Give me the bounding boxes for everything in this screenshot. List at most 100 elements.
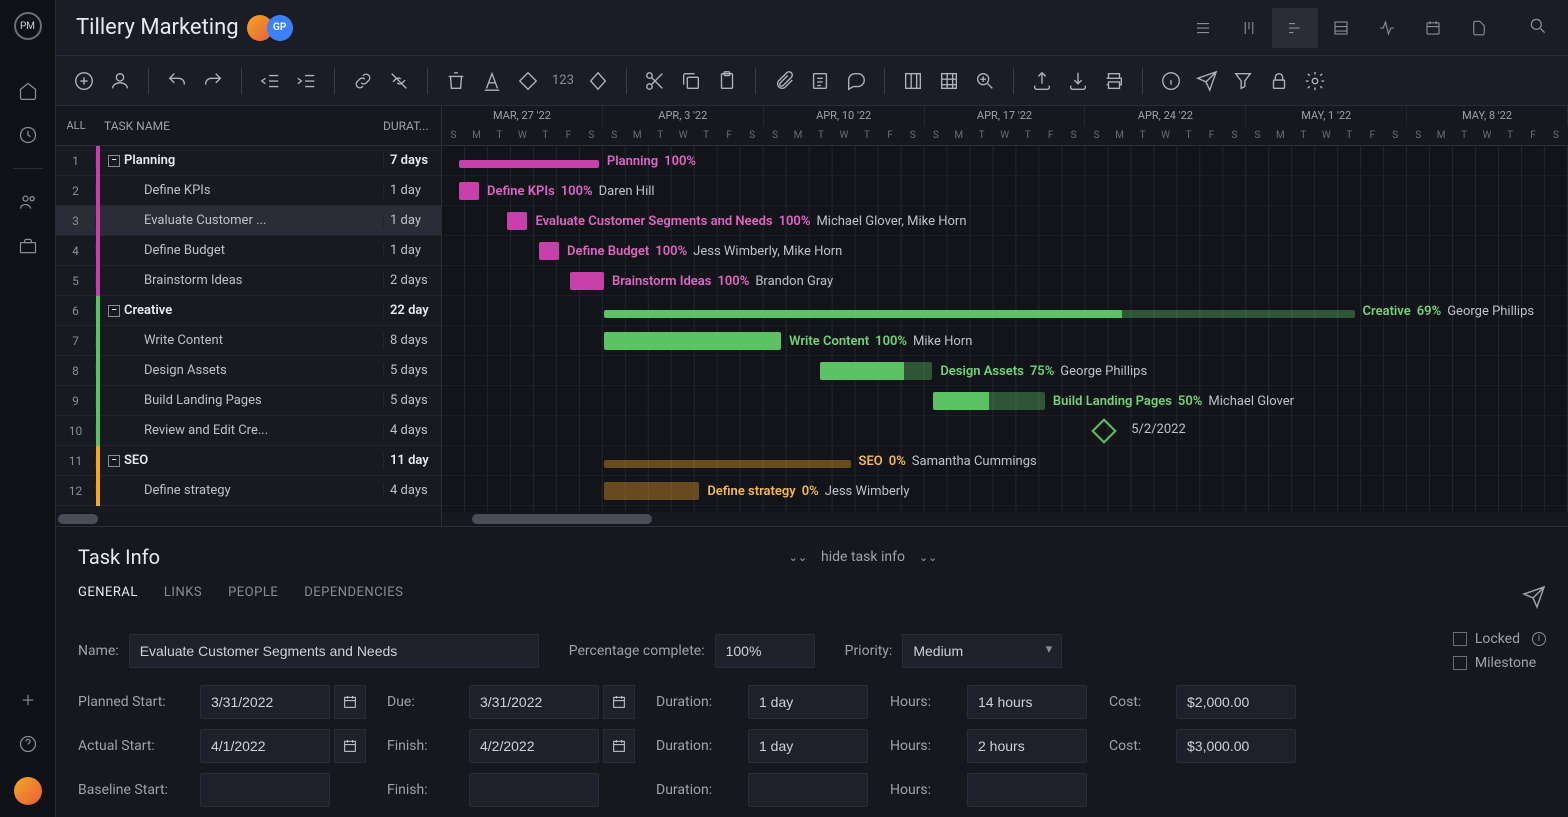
duration3-input[interactable] [748,773,868,807]
tag-icon[interactable] [516,69,540,93]
tab-links[interactable]: LINKS [164,585,202,613]
locked-checkbox[interactable] [1453,632,1467,646]
timeline-hscroll[interactable] [442,512,1568,526]
info-small-icon[interactable]: i [1532,632,1546,646]
comment-icon[interactable] [844,69,868,93]
task-row[interactable]: 1−Planning7 days [56,146,441,176]
redo-icon[interactable] [201,69,225,93]
attachment-icon[interactable] [772,69,796,93]
gantt-bar[interactable]: Define Budget100%Jess Wimberly, Mike Hor… [539,242,843,260]
gantt-bar[interactable]: Define KPIs100%Daren Hill [459,182,655,200]
export-icon[interactable] [1030,69,1054,93]
gantt-bar[interactable]: Creative69%George Phillips [604,302,1534,320]
calendar-icon[interactable] [603,729,635,763]
clock-icon[interactable] [17,124,39,146]
task-row[interactable]: 12Define strategy4 days [56,476,441,506]
info-icon[interactable] [1159,69,1183,93]
hide-task-info[interactable]: ⌄⌄ hide task info ⌄⌄ [789,549,938,565]
briefcase-icon[interactable] [17,235,39,257]
gantt-bar[interactable]: Write Content100%Mike Horn [604,332,972,350]
import-icon[interactable] [1066,69,1090,93]
view-gantt-icon[interactable] [1272,8,1318,48]
filter-icon[interactable] [1231,69,1255,93]
people-icon[interactable] [17,191,39,213]
gantt-bar[interactable]: Design Assets75%George Phillips [820,362,1147,380]
view-board-icon[interactable] [1226,8,1272,48]
task-row[interactable]: 9Build Landing Pages5 days [56,386,441,416]
assign-icon[interactable] [108,69,132,93]
cost1-input[interactable] [1176,685,1296,719]
task-row[interactable]: 7Write Content8 days [56,326,441,356]
due-input[interactable] [469,685,599,719]
text-format-icon[interactable] [480,69,504,93]
zoom-icon[interactable] [973,69,997,93]
gantt-bar[interactable]: Build Landing Pages50%Michael Glover [933,392,1294,410]
task-row[interactable]: 6−Creative22 day [56,296,441,326]
name-input[interactable] [129,634,539,668]
col-duration[interactable]: DURAT... [383,119,441,133]
collapse-icon[interactable]: − [108,155,120,167]
baseline-finish-input[interactable] [469,773,599,807]
tab-people[interactable]: PEOPLE [228,585,278,613]
user-avatar[interactable] [14,777,42,805]
cost2-input[interactable] [1176,729,1296,763]
duration2-input[interactable] [748,729,868,763]
home-icon[interactable] [17,80,39,102]
calendar-icon[interactable] [334,685,366,719]
actual-start-input[interactable] [200,729,330,763]
add-circle-icon[interactable] [72,69,96,93]
tab-dependencies[interactable]: DEPENDENCIES [304,585,403,613]
task-row[interactable]: 11−SEO11 day [56,446,441,476]
unlink-icon[interactable] [387,69,411,93]
columns-icon[interactable] [901,69,925,93]
gantt-bar[interactable]: SEO0%Samantha Cummings [604,452,1037,470]
view-sheet-icon[interactable] [1318,8,1364,48]
planned-start-input[interactable] [200,685,330,719]
col-all[interactable]: ALL [56,119,96,132]
duration1-input[interactable] [748,685,868,719]
col-name[interactable]: TASK NAME [96,119,383,133]
diamond-icon[interactable] [586,69,610,93]
copy-icon[interactable] [679,69,703,93]
task-row[interactable]: 8Design Assets5 days [56,356,441,386]
task-row[interactable]: 2Define KPIs1 day [56,176,441,206]
hours3-input[interactable] [967,773,1087,807]
help-icon[interactable] [17,733,39,755]
hours2-input[interactable] [967,729,1087,763]
hours1-input[interactable] [967,685,1087,719]
member-avatars[interactable]: GP [253,15,293,41]
outdent-icon[interactable] [258,69,282,93]
view-list-icon[interactable] [1180,8,1226,48]
milestone-checkbox[interactable] [1453,656,1467,670]
baseline-start-input[interactable] [200,773,330,807]
cut-icon[interactable] [643,69,667,93]
pct-input[interactable] [715,634,815,668]
indent-icon[interactable] [294,69,318,93]
view-file-icon[interactable] [1456,8,1502,48]
task-row[interactable]: 10Review and Edit Cre...4 days [56,416,441,446]
link-icon[interactable] [351,69,375,93]
grid-hscroll[interactable] [56,512,441,526]
gantt-bar[interactable]: Evaluate Customer Segments and Needs100%… [507,212,966,230]
calendar-icon[interactable] [334,729,366,763]
task-row[interactable]: 4Define Budget1 day [56,236,441,266]
view-activity-icon[interactable] [1364,8,1410,48]
lock-icon[interactable] [1267,69,1291,93]
app-logo[interactable]: PM [14,12,42,40]
undo-icon[interactable] [165,69,189,93]
calendar-icon[interactable] [603,685,635,719]
send-icon[interactable] [1195,69,1219,93]
collapse-icon[interactable]: − [108,455,120,467]
milestone-diamond[interactable] [1091,418,1116,443]
plus-icon[interactable] [17,689,39,711]
tab-general[interactable]: GENERAL [78,585,138,613]
print-icon[interactable] [1102,69,1126,93]
collapse-icon[interactable]: − [108,305,120,317]
note-icon[interactable] [808,69,832,93]
task-row[interactable]: 5Brainstorm Ideas2 days [56,266,441,296]
gantt-bar[interactable]: Define strategy0%Jess Wimberly [604,482,909,500]
grid-icon[interactable] [937,69,961,93]
paste-icon[interactable] [715,69,739,93]
settings-icon[interactable] [1303,69,1327,93]
gantt-bar[interactable]: Brainstorm Ideas100%Brandon Gray [570,272,833,290]
